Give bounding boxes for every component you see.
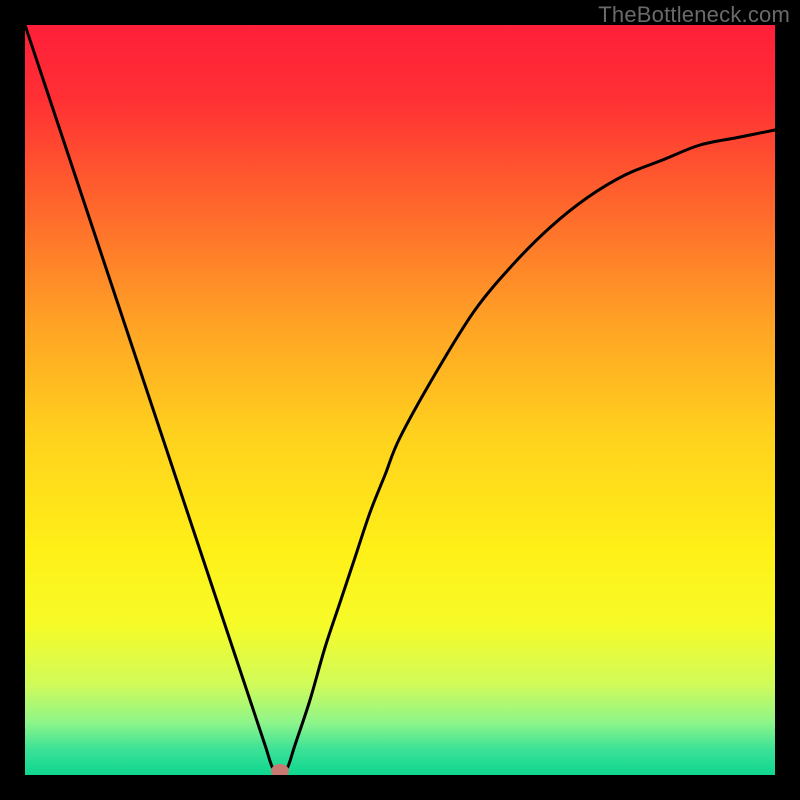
gradient-background <box>25 25 775 775</box>
bottleneck-chart <box>25 25 775 775</box>
chart-frame: TheBottleneck.com <box>0 0 800 800</box>
plot-area <box>25 25 775 775</box>
watermark-text: TheBottleneck.com <box>598 2 790 28</box>
